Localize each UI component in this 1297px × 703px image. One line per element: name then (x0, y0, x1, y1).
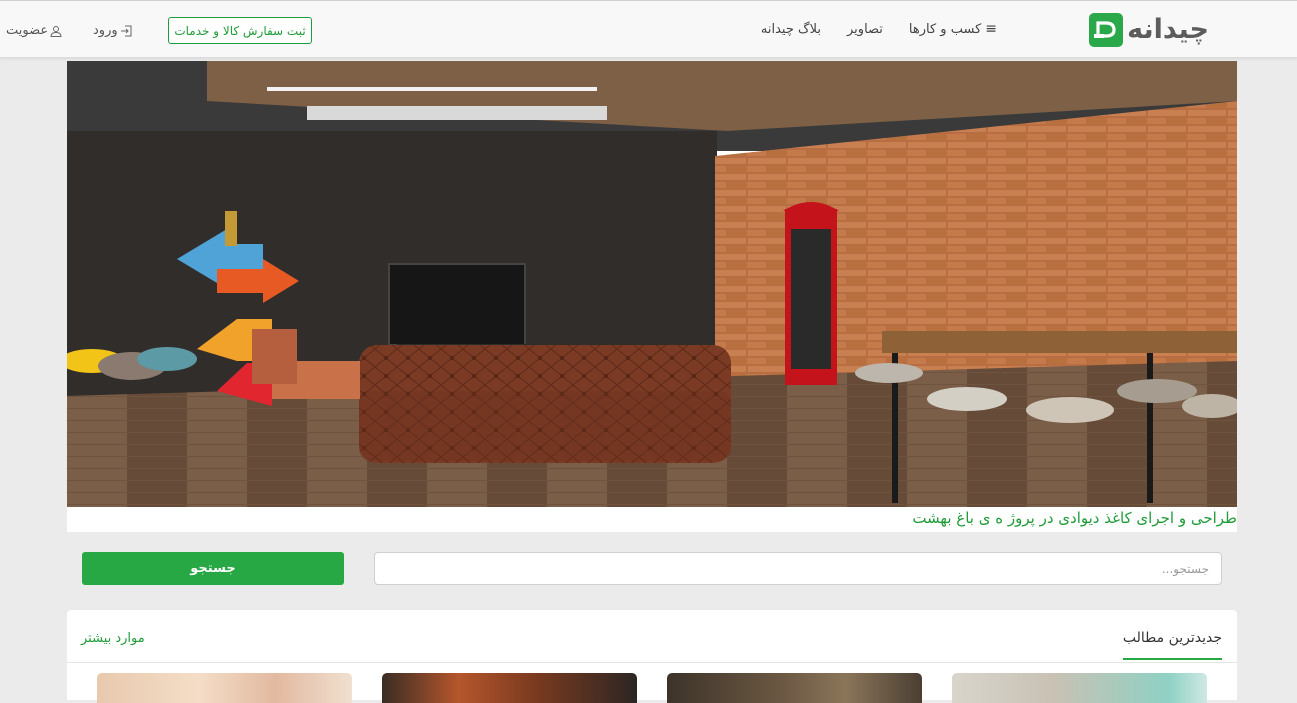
nav-item-label: کسب و کارها (908, 21, 982, 37)
user-icon (50, 25, 62, 37)
post-card-thumbnail[interactable] (952, 673, 1207, 703)
post-card-thumbnail[interactable] (382, 673, 637, 703)
hero-slider: طراحی و اجرای کاغذ دیوادی در پروژ ه ی با… (67, 61, 1237, 532)
logo-text: چیدانه (1127, 14, 1210, 45)
register-label: عضویت (6, 23, 49, 38)
main-nav: ≡ کسب و کارها تصاویر بلاگ چیدانه (761, 21, 997, 37)
register-link[interactable]: عضویت (6, 23, 62, 38)
panel-header: جدیدترین مطالب موارد بیشتر (67, 610, 1237, 663)
nav-item-businesses[interactable]: ≡ کسب و کارها (909, 21, 997, 37)
search-input[interactable] (374, 552, 1222, 585)
nav-item-images[interactable]: تصاویر (847, 22, 883, 37)
logo-mark-icon (1089, 13, 1124, 47)
nav-item-blog[interactable]: بلاگ چیدانه (761, 22, 821, 37)
post-card-thumbnail[interactable] (667, 673, 922, 703)
login-icon (120, 25, 132, 36)
top-navbar: چیدانه ≡ کسب و کارها تصاویر بلاگ چیدانه … (0, 0, 1297, 58)
search-button[interactable]: جستجو (82, 552, 344, 585)
nav-item-label: بلاگ چیدانه (760, 21, 821, 37)
hero-caption-link[interactable]: طراحی و اجرای کاغذ دیوادی در پروژ ه ی با… (912, 509, 1237, 527)
interior-photo (67, 61, 1237, 507)
post-card-thumbnail[interactable] (97, 673, 352, 703)
order-services-button[interactable]: ثبت سفارش کالا و خدمات (168, 17, 312, 44)
latest-posts-panel: جدیدترین مطالب موارد بیشتر (67, 610, 1237, 703)
login-label: ورود (93, 23, 118, 38)
login-link[interactable]: ورود (93, 23, 132, 38)
panel-title: جدیدترین مطالب (1122, 630, 1222, 660)
hamburger-icon: ≡ (985, 21, 997, 37)
more-link[interactable]: موارد بیشتر (81, 631, 145, 646)
site-logo[interactable]: چیدانه (1089, 13, 1210, 47)
nav-item-label: تصاویر (847, 21, 883, 37)
hero-image[interactable] (67, 61, 1237, 507)
